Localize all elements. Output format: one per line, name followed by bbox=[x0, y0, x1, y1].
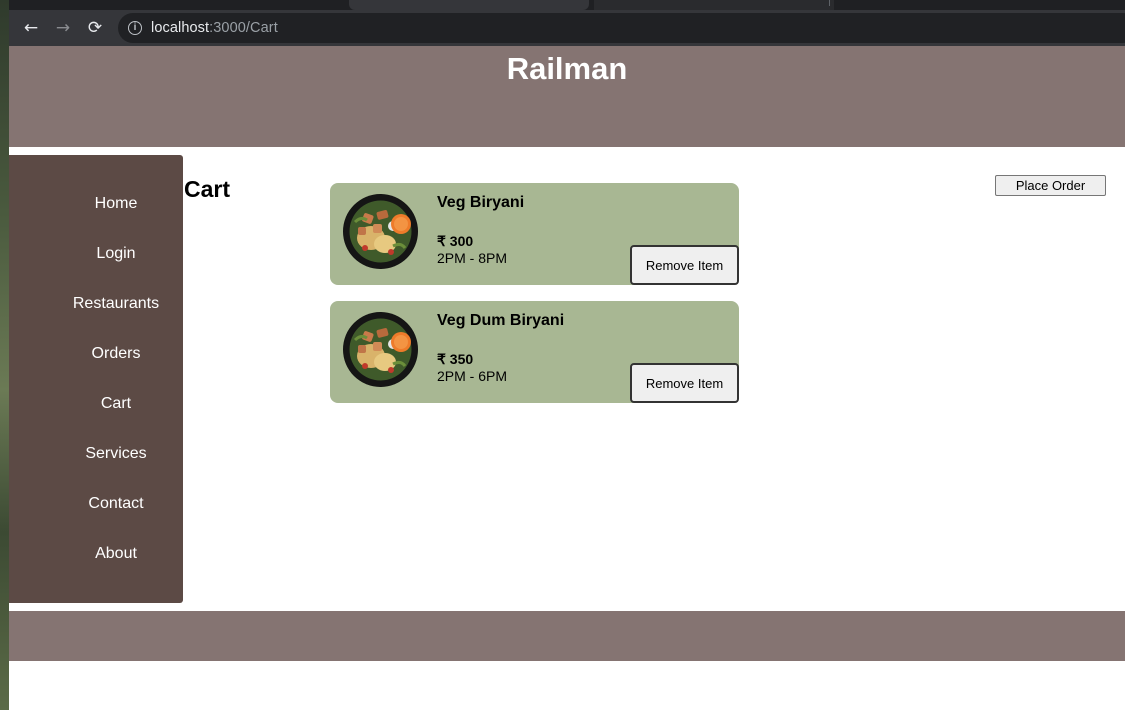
item-price: ₹ 350 bbox=[437, 351, 474, 367]
biryani-bowl-image bbox=[343, 312, 418, 387]
food-image bbox=[343, 312, 418, 387]
sidebar-nav: Home Login Restaurants Orders Cart Servi… bbox=[9, 155, 183, 603]
sidebar-item-orders[interactable]: Orders bbox=[9, 345, 223, 363]
item-time: 2PM - 8PM bbox=[437, 250, 508, 266]
address-bar[interactable]: i localhost:3000/Cart bbox=[118, 13, 1125, 43]
item-name: Veg Dum Biryani bbox=[437, 312, 565, 329]
url-path: :3000/Cart bbox=[209, 20, 278, 36]
sidebar-item-about[interactable]: About bbox=[9, 545, 223, 563]
url-text[interactable]: localhost:3000/Cart bbox=[151, 20, 278, 36]
site-header: Railman bbox=[9, 46, 1125, 147]
cart-item-card: Veg Biryani ₹ 300 2PM - 8PM Remove Item bbox=[330, 183, 739, 285]
sidebar-item-login[interactable]: Login bbox=[9, 245, 223, 263]
remove-item-button[interactable]: Remove Item bbox=[630, 363, 739, 403]
site-title: Railman bbox=[506, 51, 628, 86]
item-time: 2PM - 6PM bbox=[437, 368, 508, 384]
remove-item-button[interactable]: Remove Item bbox=[630, 245, 739, 285]
sidebar-item-contact[interactable]: Contact bbox=[9, 495, 223, 513]
site-info-icon[interactable]: i bbox=[128, 21, 142, 35]
food-image bbox=[343, 194, 418, 269]
browser-tab[interactable] bbox=[594, 0, 834, 10]
browser-toolbar: ← → ⟳ i localhost:3000/Cart bbox=[9, 10, 1125, 46]
back-arrow-icon[interactable]: ← bbox=[20, 17, 42, 39]
place-order-button[interactable]: Place Order bbox=[995, 175, 1106, 196]
item-price: ₹ 300 bbox=[437, 233, 474, 249]
item-name: Veg Biryani bbox=[437, 194, 525, 211]
browser-tab-strip bbox=[9, 0, 1125, 10]
browser-tab-active[interactable] bbox=[349, 0, 589, 10]
url-host: localhost bbox=[151, 20, 210, 36]
biryani-bowl-image bbox=[343, 194, 418, 269]
sidebar-item-restaurants[interactable]: Restaurants bbox=[9, 295, 223, 313]
site-footer bbox=[9, 611, 1125, 661]
tab-separator bbox=[829, 0, 830, 6]
cart-item-card: Veg Dum Biryani ₹ 350 2PM - 6PM Remove I… bbox=[330, 301, 739, 403]
reload-icon[interactable]: ⟳ bbox=[84, 17, 106, 39]
desktop-background-strip bbox=[0, 0, 9, 710]
forward-arrow-icon[interactable]: → bbox=[52, 17, 74, 39]
sidebar-item-services[interactable]: Services bbox=[9, 445, 223, 463]
page-title: Cart bbox=[184, 176, 231, 202]
sidebar-item-cart[interactable]: Cart bbox=[9, 395, 223, 413]
